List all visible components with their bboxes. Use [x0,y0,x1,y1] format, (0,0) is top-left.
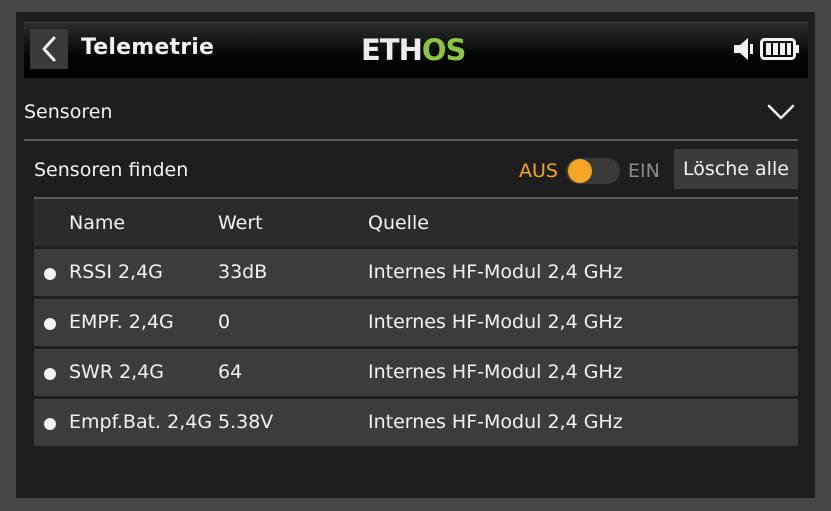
ethos-logo: ETHOS [361,33,466,67]
sensors-section-header[interactable]: Sensoren [24,95,798,141]
table-row[interactable]: SWR 2,4G 64 Internes HF-Modul 2,4 GHz [34,349,798,396]
sensor-source: Internes HF-Modul 2,4 GHz [368,361,623,383]
toggle-off-label: AUS [519,160,558,182]
status-dot [44,318,56,330]
chevron-down-icon[interactable] [766,101,796,123]
status-icons [732,36,800,62]
sensor-name: Empf.Bat. 2,4G [69,411,213,433]
delete-all-button[interactable]: Lösche alle [674,149,798,189]
find-sensors-row: Sensoren finden AUS EIN Lösche alle [34,149,798,193]
speaker-icon[interactable] [732,36,754,62]
find-sensors-label: Sensoren finden [34,159,189,181]
status-dot [44,268,56,280]
column-header-value: Wert [218,212,263,234]
sensor-value: 33dB [218,261,268,283]
status-dot [44,418,56,430]
sensor-value: 0 [218,311,231,333]
sensor-name: EMPF. 2,4G [69,311,174,333]
sensor-name: RSSI 2,4G [69,261,163,283]
sensor-name: SWR 2,4G [69,361,165,383]
sensor-value: 5.38V [218,411,274,433]
back-button[interactable] [30,29,68,69]
page-title: Telemetrie [81,35,215,60]
toggle-on-label: EIN [627,160,660,182]
section-title: Sensoren [24,101,113,123]
sensor-source: Internes HF-Modul 2,4 GHz [368,411,623,433]
find-sensors-toggle-group: AUS EIN [519,156,660,186]
sensor-value: 64 [218,361,243,383]
sensor-table: Name Wert Quelle RSSI 2,4G 33dB Internes… [34,197,798,446]
sensor-source: Internes HF-Modul 2,4 GHz [368,261,623,283]
screen: Telemetrie ETHOS Sensoren Sensoren finde… [16,12,815,498]
battery-icon[interactable] [760,37,800,61]
chevron-left-icon [42,36,56,62]
sensor-source: Internes HF-Modul 2,4 GHz [368,311,623,333]
table-row[interactable]: RSSI 2,4G 33dB Internes HF-Modul 2,4 GHz [34,249,798,296]
table-header: Name Wert Quelle [34,197,798,246]
column-header-name: Name [69,212,126,234]
find-sensors-toggle[interactable] [565,158,620,184]
column-header-source: Quelle [368,212,429,234]
status-dot [44,368,56,380]
toggle-knob [567,159,592,183]
title-bar: Telemetrie ETHOS [24,22,808,78]
table-row[interactable]: Empf.Bat. 2,4G 5.38V Internes HF-Modul 2… [34,399,798,446]
table-row[interactable]: EMPF. 2,4G 0 Internes HF-Modul 2,4 GHz [34,299,798,346]
device-frame: Telemetrie ETHOS Sensoren Sensoren finde… [0,0,831,511]
